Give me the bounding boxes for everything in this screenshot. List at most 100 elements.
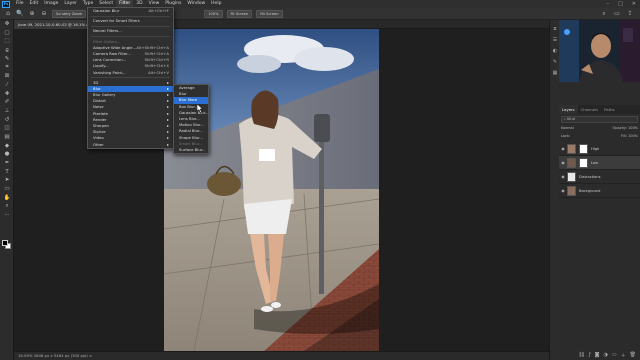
layer-name[interactable]: High xyxy=(591,147,599,151)
layer-name[interactable]: Low xyxy=(591,161,598,165)
visibility-eye-icon[interactable]: ◉ xyxy=(559,188,567,193)
zoom-100-button[interactable]: 100% xyxy=(204,9,223,18)
menu-separator xyxy=(91,36,170,38)
scrubby-zoom-checkbox[interactable]: Scrubby Zoom xyxy=(52,9,87,18)
visibility-eye-icon[interactable]: ◉ xyxy=(559,174,567,179)
minimize-icon[interactable]: – xyxy=(607,1,610,7)
layer-thumbnail[interactable] xyxy=(567,143,576,154)
filter-menu-item-convert-for-smart-filters[interactable]: Convert for Smart Filters xyxy=(88,18,173,24)
adjustment-layer-icon[interactable]: ◑ xyxy=(604,352,608,358)
layer-row[interactable]: ◉ Distractions xyxy=(559,170,640,184)
layers-panel-tabs: Layers Channels Paths xyxy=(559,105,640,114)
zoom-tool-icon[interactable]: ⌕ xyxy=(0,202,14,211)
tab-paths[interactable]: Paths xyxy=(601,105,617,114)
dodge-tool-icon[interactable]: ● xyxy=(0,150,14,159)
zoom-out-icon[interactable]: ⊖ xyxy=(40,10,48,18)
zoom-in-icon[interactable]: ⊕ xyxy=(28,10,36,18)
crop-tool-icon[interactable]: ⌗ xyxy=(0,63,14,72)
menu-item-label: Blur xyxy=(93,85,101,91)
artboard-tool-icon[interactable]: ▢ xyxy=(0,29,14,38)
visibility-eye-icon[interactable]: ◉ xyxy=(559,160,567,165)
blend-mode-select[interactable]: Normal xyxy=(561,125,574,132)
delete-layer-icon[interactable]: 🗑 xyxy=(630,352,636,358)
blur-tool-icon[interactable]: ◆ xyxy=(0,142,14,151)
new-layer-icon[interactable]: ＋ xyxy=(621,352,626,359)
gradient-tool-icon[interactable]: ▤ xyxy=(0,133,14,142)
filter-menu-item-gaussian-blur[interactable]: Gaussian Blur Alt+Ctrl+F xyxy=(88,8,173,14)
marquee-tool-icon[interactable]: ⬚ xyxy=(0,37,14,46)
history-brush-tool-icon[interactable]: ↺ xyxy=(0,116,14,125)
menu-item-label: Radial Blur... xyxy=(179,128,203,134)
layer-row[interactable]: ◉ High xyxy=(559,142,640,156)
filter-menu-item-other[interactable]: Other ▸ xyxy=(88,142,173,148)
menu-image[interactable]: Image xyxy=(41,0,61,8)
zoom-tool-icon[interactable]: 🔍 xyxy=(16,10,24,18)
opacity-input[interactable]: 100% xyxy=(628,126,638,130)
layer-row[interactable]: ◉ Background xyxy=(559,184,640,198)
photoshop-logo[interactable]: Ps xyxy=(2,0,10,8)
menu-item-label: Convert for Smart Filters xyxy=(93,18,140,24)
fit-screen-button[interactable]: Fit Screen xyxy=(226,9,253,18)
type-tool-icon[interactable]: T xyxy=(0,168,14,177)
mouse-cursor-icon xyxy=(197,104,203,113)
blur-menu-item-surface-blur[interactable]: Surface Blur... xyxy=(174,147,208,153)
right-panel: Layers Channels Paths ⌕ Kind Normal Opac… xyxy=(559,20,640,360)
shape-tool-icon[interactable]: ▭ xyxy=(0,185,14,194)
visibility-eye-icon[interactable]: ◉ xyxy=(559,146,567,151)
menu-item-label: Camera Raw Filter... xyxy=(93,50,131,56)
home-icon[interactable]: ⌂ xyxy=(4,10,12,18)
filter-menu-item-vanishing-point[interactable]: Vanishing Point... Alt+Ctrl+V xyxy=(88,70,173,76)
layer-thumbnail[interactable] xyxy=(567,171,576,182)
menu-item-label: Filter Gallery... xyxy=(93,38,121,44)
share-icon[interactable]: ⇪ xyxy=(626,10,634,18)
brush-tool-icon[interactable]: ✐ xyxy=(0,98,14,107)
workspace-icon[interactable]: ▭ xyxy=(613,10,621,18)
tab-channels[interactable]: Channels xyxy=(578,105,602,114)
link-layers-icon[interactable]: ⛓ xyxy=(579,352,585,358)
layer-thumbnail[interactable] xyxy=(567,157,576,168)
menu-item-label: Liquify... xyxy=(93,63,109,69)
tab-layers[interactable]: Layers xyxy=(559,105,578,114)
quick-select-tool-icon[interactable]: ✎ xyxy=(0,55,14,64)
clone-stamp-tool-icon[interactable]: ⊥ xyxy=(0,107,14,116)
photo-canvas[interactable] xyxy=(164,29,379,351)
more-tools-icon[interactable]: ··· xyxy=(0,211,14,220)
maximize-icon[interactable]: □ xyxy=(618,1,623,7)
pen-tool-icon[interactable]: ✒ xyxy=(0,159,14,168)
hand-tool-icon[interactable]: ✋ xyxy=(0,194,14,203)
layer-mask-thumbnail[interactable] xyxy=(579,143,588,154)
move-tool-icon[interactable]: ✥ xyxy=(0,20,14,29)
menu-item-label: Smart Blur... xyxy=(179,140,203,146)
eraser-tool-icon[interactable]: ◫ xyxy=(0,124,14,133)
menu-item-label: Blur More xyxy=(179,97,198,103)
new-group-icon[interactable]: ▭ xyxy=(612,352,617,358)
search-icon[interactable]: ⌕ xyxy=(600,10,608,18)
healing-brush-tool-icon[interactable]: ✚ xyxy=(0,90,14,99)
menu-layer[interactable]: Layer xyxy=(61,0,80,8)
fx-icon[interactable]: ƒ xyxy=(589,352,591,358)
close-icon[interactable]: ✕ xyxy=(632,1,636,7)
menu-item-label: Shape Blur... xyxy=(179,134,203,140)
layer-mask-thumbnail[interactable] xyxy=(579,157,588,168)
fill-screen-button[interactable]: Fill Screen xyxy=(256,9,283,18)
menu-file[interactable]: File xyxy=(13,0,27,8)
frame-tool-icon[interactable]: ⊠ xyxy=(0,72,14,81)
layer-name[interactable]: Background xyxy=(579,189,600,193)
fill-input[interactable]: 100% xyxy=(628,134,638,138)
menu-edit[interactable]: Edit xyxy=(27,0,42,8)
add-mask-icon[interactable]: ◙ xyxy=(595,352,600,358)
menu-window[interactable]: Window xyxy=(184,0,208,8)
status-bar: 16.09% 3648 px x 5464 px (300 ppi) > xyxy=(14,351,549,360)
menu-item-label: Other xyxy=(93,141,104,147)
lock-label: Lock: xyxy=(561,134,571,138)
menu-help[interactable]: Help xyxy=(208,0,224,8)
layer-kind-filter[interactable]: ⌕ Kind xyxy=(561,116,638,123)
layer-name[interactable]: Distractions xyxy=(579,175,600,179)
eyedropper-tool-icon[interactable]: ⁄ xyxy=(0,81,14,90)
layer-row[interactable]: ◉ Low xyxy=(559,156,640,170)
filter-menu-item-neural-filters[interactable]: Neural Filters... xyxy=(88,28,173,34)
path-select-tool-icon[interactable]: ➤ xyxy=(0,176,14,185)
layer-thumbnail[interactable] xyxy=(567,185,576,196)
foreground-color-swatch[interactable] xyxy=(2,240,8,246)
lasso-tool-icon[interactable]: ϱ xyxy=(0,46,14,55)
